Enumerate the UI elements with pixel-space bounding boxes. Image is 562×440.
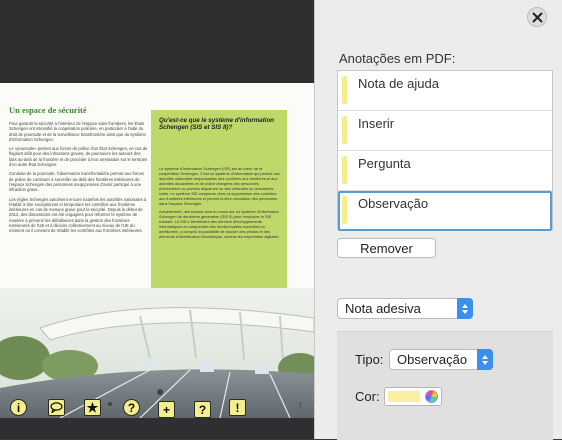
type-label: Tipo: — [355, 352, 384, 367]
help-note-icon[interactable]: ? — [123, 399, 140, 416]
paragraph: Pour garantir la sécurité à l'intérieur … — [9, 121, 146, 142]
close-icon — [532, 12, 542, 22]
annotations-label: Anotações em PDF: — [339, 51, 456, 66]
list-item-label: Observação — [358, 196, 429, 211]
annotations-list[interactable]: Nota de ajuda Inserir Pergunta Observaçã… — [337, 70, 553, 231]
insert-note-icon[interactable]: + — [158, 401, 175, 418]
color-swatch — [388, 391, 420, 402]
info-note-icon[interactable]: i — [10, 399, 27, 416]
page-number: 7 — [298, 404, 302, 410]
list-item-label: Inserir — [358, 116, 395, 131]
list-item-label: Nota de ajuda — [358, 76, 439, 91]
text-column: Un espace de sécurité Pour garantir la s… — [9, 105, 149, 238]
color-well[interactable] — [384, 387, 442, 406]
note-settings-panel: Tipo: Observação Cor: — [337, 331, 553, 440]
popup-arrows-icon — [477, 349, 493, 370]
annotation-type-popup[interactable]: Nota adesiva — [337, 298, 473, 319]
paragraph: Les règles Schengen autorisent encore to… — [9, 196, 147, 234]
annotations-sidebar: Anotações em PDF: Nota de ajuda Inserir … — [314, 0, 562, 440]
color-label: Cor: — [355, 389, 380, 404]
list-item-observation[interactable]: Observação — [338, 191, 552, 231]
remove-button[interactable]: Remover — [337, 238, 436, 258]
info-box-paragraph: Actuellement, des travaux sont en cours … — [159, 209, 280, 239]
note-color-marker — [342, 76, 347, 104]
note-color-marker — [342, 156, 347, 184]
speech-bubble-icon — [50, 402, 63, 413]
close-button[interactable] — [527, 7, 547, 27]
list-item-question[interactable]: Pergunta — [338, 151, 552, 191]
list-item-label: Pergunta — [358, 156, 411, 171]
info-box-body: Le système d'information Schengen (SIS) … — [159, 166, 281, 242]
list-item-help-note[interactable]: Nota de ajuda — [338, 71, 552, 111]
note-color-marker — [342, 196, 347, 224]
popup-arrows-icon — [457, 298, 473, 319]
annotation-type-value: Nota adesiva — [345, 301, 421, 316]
paragraph: Conduite de la poursuite, l'observation … — [9, 171, 144, 193]
note-type-value: Observação — [397, 352, 468, 367]
warning-note-icon[interactable]: ! — [229, 399, 246, 416]
key-note-icon[interactable]: ★ — [84, 399, 101, 416]
paragraph: Le «poursuite» permet aux forces de poli… — [9, 146, 148, 168]
note-color-marker — [342, 116, 347, 144]
info-box-title: Qu'est-ce que le système d'information S… — [159, 117, 275, 132]
border-crossing-photo: 7 i ★ ? + ? ! — [0, 288, 314, 418]
comment-note-icon[interactable] — [48, 399, 65, 416]
list-item-insert[interactable]: Inserir — [338, 111, 552, 151]
document-preview: Un espace de sécurité Pour garantir la s… — [0, 0, 314, 439]
photo-illustration — [0, 288, 314, 418]
note-type-popup[interactable]: Observação — [389, 349, 493, 370]
color-wheel-icon[interactable] — [425, 390, 438, 403]
question-note-icon[interactable]: ? — [194, 401, 211, 418]
info-box-paragraph: Le système d'information Schengen (SIS) … — [159, 166, 280, 206]
section-title: Un espace de sécurité — [9, 105, 87, 115]
pdf-page[interactable]: Un espace de sécurité Pour garantir la s… — [0, 83, 314, 418]
